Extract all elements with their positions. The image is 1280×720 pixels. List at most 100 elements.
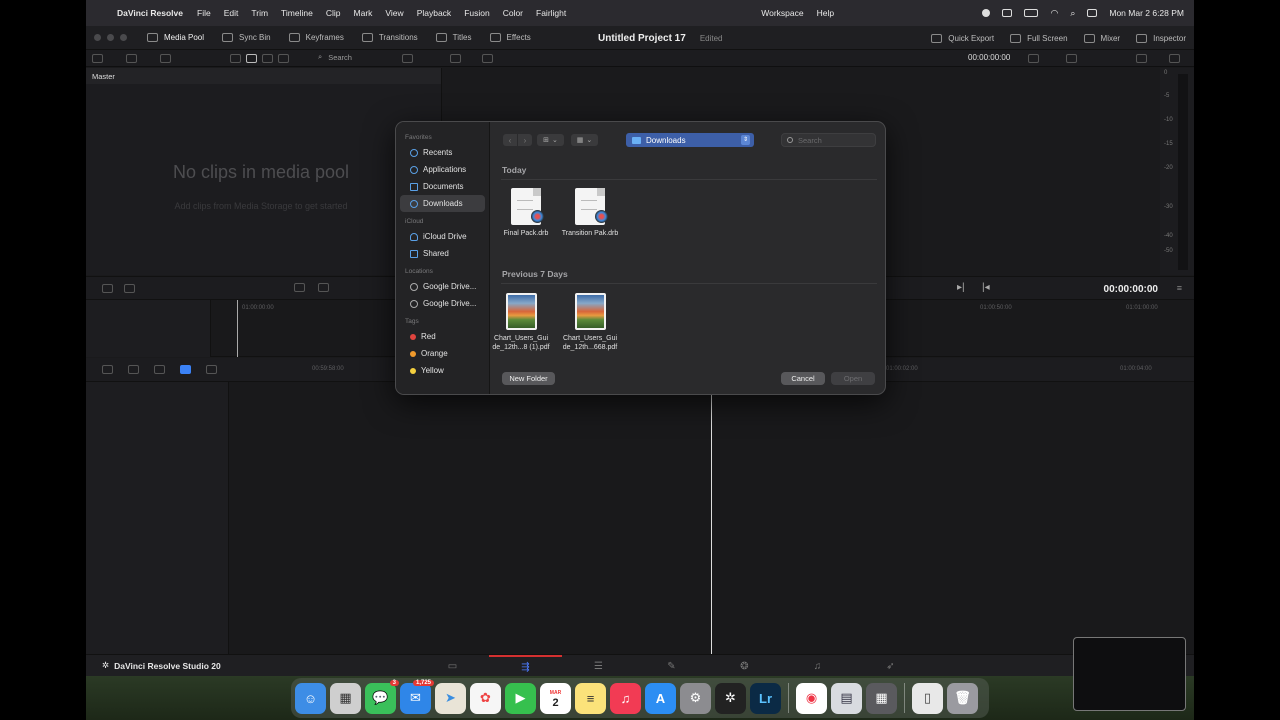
fusion-page-icon[interactable]: ✎ xyxy=(635,655,708,677)
sidebar-item-downloads[interactable]: Downloads xyxy=(400,195,485,212)
sidebar-item-google-drive-1[interactable]: Google Drive... xyxy=(400,278,485,295)
sidebar-item-recents[interactable]: Recents xyxy=(400,144,485,161)
trim-mode-icon[interactable] xyxy=(294,283,305,292)
spotlight-icon[interactable]: ⌕ xyxy=(1070,8,1075,19)
media-page-icon[interactable]: ▭ xyxy=(416,655,489,677)
file-item-chart-guide-2[interactable]: Chart_Users_Gui de_12th...668.pdf xyxy=(557,293,623,352)
sync-icon[interactable] xyxy=(160,54,171,63)
menu-help[interactable]: Help xyxy=(817,8,834,18)
facetime-icon[interactable]: ▶ xyxy=(505,682,536,714)
menu-trim[interactable]: Trim xyxy=(251,8,268,18)
viewer-mode-icon[interactable] xyxy=(450,54,461,63)
sidebar-tag-orange[interactable]: Orange xyxy=(400,345,485,362)
system-settings-icon[interactable]: ⚙ xyxy=(680,682,711,714)
music-icon[interactable]: ♫ xyxy=(610,682,641,714)
link-icon[interactable] xyxy=(206,365,217,374)
razor-icon[interactable] xyxy=(154,365,165,374)
viewer-options-icon[interactable] xyxy=(1028,54,1039,63)
location-dropdown[interactable]: Downloads ⇕ xyxy=(626,133,754,147)
menu-file[interactable]: File xyxy=(197,8,211,18)
tab-titles[interactable]: Titles xyxy=(435,33,472,42)
media-search[interactable]: ⌕ Search xyxy=(318,52,352,62)
mail-icon[interactable]: ✉ 1,725 xyxy=(400,679,434,714)
bin-name[interactable]: Master xyxy=(92,72,115,81)
prev-frame-icon[interactable]: |◂ xyxy=(982,282,990,293)
cut-page-icon[interactable]: ⇶ xyxy=(489,655,562,677)
control-center-icon[interactable] xyxy=(1087,9,1098,17)
blade-icon[interactable] xyxy=(318,283,329,292)
tab-sync-bin[interactable]: Sync Bin xyxy=(222,33,271,42)
next-frame-icon[interactable]: ▸| xyxy=(957,282,965,293)
zoom-window-button[interactable] xyxy=(120,34,127,41)
menu-mark[interactable]: Mark xyxy=(354,8,373,18)
menu-fusion[interactable]: Fusion xyxy=(464,8,490,18)
open-button[interactable]: Open xyxy=(831,372,875,385)
cancel-button[interactable]: Cancel xyxy=(781,372,825,385)
edit-page-icon[interactable]: ☰ xyxy=(562,655,635,677)
audio-waveform-icon[interactable] xyxy=(128,365,139,374)
file-item-transition-pak[interactable]: Transition Pak.drb xyxy=(557,188,623,238)
menu-playback[interactable]: Playback xyxy=(417,8,452,18)
calendar-icon[interactable]: MAR 2 xyxy=(540,682,571,714)
track-options-icon[interactable] xyxy=(102,365,113,374)
maps-icon[interactable]: ➤ xyxy=(435,682,466,714)
tab-effects[interactable]: Effects xyxy=(489,33,531,42)
sidebar-item-shared[interactable]: Shared xyxy=(400,245,485,262)
clip-display-icon[interactable] xyxy=(1066,54,1077,63)
forward-button[interactable]: › xyxy=(518,134,532,146)
chrome-icon[interactable]: ◉ xyxy=(796,682,827,714)
file-item-final-pack[interactable]: Final Pack.drb xyxy=(493,188,559,238)
timeline-options-icon[interactable] xyxy=(124,284,135,293)
menu-fairlight[interactable]: Fairlight xyxy=(536,8,566,18)
tab-transitions[interactable]: Transitions xyxy=(361,33,418,42)
menu-timeline[interactable]: Timeline xyxy=(281,8,313,18)
mixer-button[interactable]: Mixer xyxy=(1083,33,1120,43)
messages-icon[interactable]: 💬 3 xyxy=(365,679,399,714)
group-by-button[interactable]: ▦ ⌄ xyxy=(571,134,598,146)
sidebar-tag-yellow[interactable]: Yellow xyxy=(400,362,485,379)
screen-icon[interactable] xyxy=(1002,9,1013,17)
new-folder-button[interactable]: New Folder xyxy=(502,372,555,385)
screenshot-thumbnail[interactable] xyxy=(1073,637,1186,711)
app-store-icon[interactable]: A xyxy=(645,682,676,714)
inspector-button[interactable]: Inspector xyxy=(1136,33,1186,43)
deliver-page-icon[interactable]: ➶ xyxy=(854,655,927,677)
list-view-icon[interactable] xyxy=(230,54,241,63)
battery-icon[interactable] xyxy=(1024,9,1039,17)
back-button[interactable]: ‹ xyxy=(503,134,517,146)
launchpad-icon[interactable]: ▦ xyxy=(330,682,361,714)
record-icon[interactable] xyxy=(982,9,991,17)
menu-clock[interactable]: Mon Mar 2 6:28 PM xyxy=(1109,8,1184,18)
dialog-search-field[interactable]: Search xyxy=(781,133,876,147)
lightroom-icon[interactable]: Lr xyxy=(750,682,781,714)
strip-view-icon[interactable] xyxy=(262,54,273,63)
minimize-window-button[interactable] xyxy=(107,34,114,41)
close-window-button[interactable] xyxy=(94,34,101,41)
sidebar-item-icloud-drive[interactable]: iCloud Drive xyxy=(400,228,485,245)
sort-icon[interactable] xyxy=(402,54,413,63)
tab-keyframes[interactable]: Keyframes xyxy=(288,33,344,42)
davinci-resolve-icon[interactable]: ✲ xyxy=(715,682,746,714)
metadata-view-icon[interactable] xyxy=(278,54,289,63)
preview-icon[interactable]: ▤ xyxy=(831,682,862,714)
tab-media-pool[interactable]: Media Pool xyxy=(147,33,204,42)
view-mode-button[interactable]: ⊞ ⌄ xyxy=(537,134,564,146)
fairlight-page-icon[interactable]: ♫ xyxy=(781,655,854,677)
volume-icon[interactable] xyxy=(1169,54,1180,63)
playhead-lower[interactable] xyxy=(711,382,712,654)
trash-icon[interactable]: 🗑 xyxy=(947,682,978,714)
sidebar-item-applications[interactable]: Applications xyxy=(400,161,485,178)
menu-color[interactable]: Color xyxy=(503,8,523,18)
playhead-upper[interactable] xyxy=(237,300,238,357)
quick-export-button[interactable]: Quick Export xyxy=(931,33,994,43)
menu-view[interactable]: View xyxy=(385,8,403,18)
full-screen-button[interactable]: Full Screen xyxy=(1010,33,1068,43)
color-page-icon[interactable]: ❂ xyxy=(708,655,781,677)
downloads-stack-icon[interactable]: ▯ xyxy=(912,682,943,714)
color-wheel-icon[interactable] xyxy=(1136,54,1147,63)
grid-view-icon[interactable] xyxy=(246,54,257,63)
menu-edit[interactable]: Edit xyxy=(224,8,239,18)
calculator-icon[interactable]: ▦ xyxy=(866,682,897,714)
sidebar-item-google-drive-2[interactable]: Google Drive... xyxy=(400,295,485,312)
file-item-chart-guide-1[interactable]: Chart_Users_Gui de_12th...8 (1).pdf xyxy=(488,293,554,352)
